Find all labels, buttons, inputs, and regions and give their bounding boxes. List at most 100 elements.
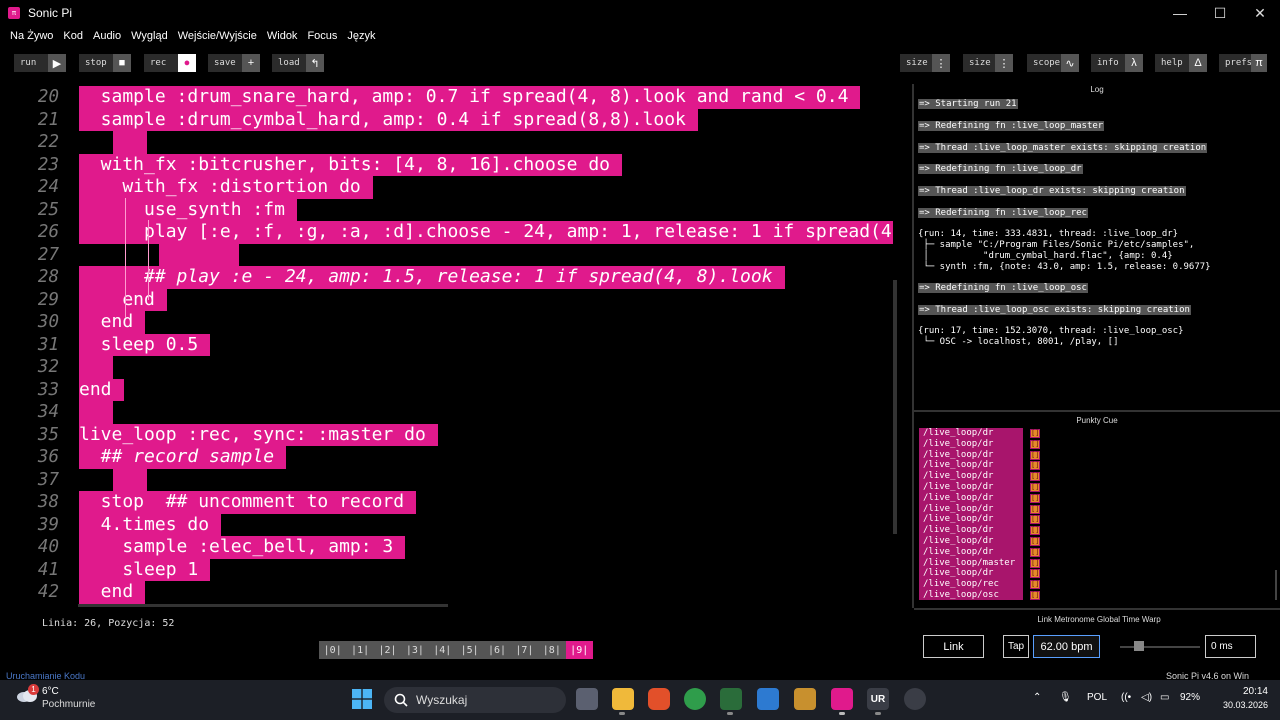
code-line[interactable]: stop ## uncomment to record	[79, 491, 417, 514]
buffer-tab-7[interactable]: |7|	[510, 641, 539, 659]
buffer-tab-1[interactable]: |1|	[346, 641, 374, 659]
keyboard-language[interactable]: POL	[1087, 692, 1107, 703]
panel-divider[interactable]	[912, 84, 914, 608]
run-button[interactable]: run ▶	[14, 54, 66, 72]
code-line[interactable]: use_synth :fm	[79, 198, 297, 221]
buffer-tab-6[interactable]: |6|	[483, 641, 511, 659]
stop-button[interactable]: stop ■	[79, 54, 131, 72]
code-line[interactable]: sample :elec_bell, amp: 3	[79, 536, 406, 559]
clock-date[interactable]: 30.03.2026	[1214, 700, 1268, 710]
volume-icon[interactable]: ◁)	[1141, 692, 1152, 703]
battery-icon[interactable]: ▭	[1160, 692, 1169, 703]
code-line[interactable]: sample :drum_cymbal_hard, amp: 0.4 if sp…	[79, 108, 698, 131]
code-line[interactable]: end	[79, 288, 167, 311]
close-button[interactable]: ✕	[1240, 0, 1280, 26]
buffer-tab-3[interactable]: |3|	[401, 641, 429, 659]
office-app-icon[interactable]	[720, 688, 742, 710]
rec-button[interactable]: rec ●	[144, 54, 196, 72]
weather-description[interactable]: Pochmurnie	[42, 699, 95, 710]
code-line[interactable]	[159, 243, 239, 266]
menu-io[interactable]: Wejście/Wyjście	[178, 30, 257, 42]
buffer-tab-2[interactable]: |2|	[373, 641, 402, 659]
code-line[interactable]: end	[79, 311, 146, 334]
maximize-button[interactable]: ☐	[1200, 0, 1240, 26]
code-line[interactable]: with_fx :distortion do	[79, 176, 373, 199]
microphone-icon[interactable]: 🎙	[1059, 692, 1072, 703]
prefs-button[interactable]: prefs π	[1219, 54, 1267, 72]
cue-item: /live_loop/master	[923, 557, 1016, 568]
info-button[interactable]: info λ	[1091, 54, 1143, 72]
line-number: 30	[37, 312, 59, 332]
menu-appearance[interactable]: Wygląd	[131, 30, 168, 42]
file-explorer-icon[interactable]	[612, 688, 634, 710]
battery-percent[interactable]: 92%	[1180, 692, 1200, 703]
cue-value: []	[1030, 537, 1040, 546]
minimize-button[interactable]: —	[1160, 0, 1200, 26]
code-editor[interactable]: 20 21 22 23 24 25 26 27 28 29 30 31 32 33 34 35 36 37 38 39…	[0, 84, 900, 606]
cue-item: /live_loop/dr	[923, 503, 994, 514]
code-line[interactable]	[113, 131, 147, 154]
help-button[interactable]: help Δ	[1155, 54, 1207, 72]
outlook-icon[interactable]	[757, 688, 779, 710]
cue-value: []	[1030, 450, 1040, 460]
bpm-input[interactable]: 62.00 bpm	[1033, 635, 1100, 658]
scope-button[interactable]: scope ∿	[1027, 54, 1079, 72]
menu-live[interactable]: Na Żywo	[10, 30, 53, 42]
tap-button[interactable]: Tap	[1003, 635, 1029, 658]
code-line[interactable]: ## play :e - 24, amp: 1.5, release: 1 if…	[79, 266, 785, 289]
code-line[interactable]: play [:e, :f, :g, :a, :d].choose - 24, a…	[79, 221, 893, 244]
time-warp-input[interactable]: 0 ms	[1205, 635, 1256, 658]
windows-start-icon[interactable]	[352, 689, 372, 709]
code-line[interactable]	[113, 468, 147, 491]
editor-horizontal-scrollbar[interactable]	[78, 604, 448, 607]
code-line[interactable]: sleep 1	[79, 558, 211, 581]
buffer-tab-9[interactable]: |9|	[565, 641, 593, 659]
task-view-icon[interactable]	[576, 688, 598, 710]
menu-language[interactable]: Język	[347, 30, 375, 42]
time-warp-slider-thumb[interactable]	[1134, 641, 1144, 651]
taskbar-search[interactable]: Wyszukaj	[384, 687, 566, 713]
load-button[interactable]: load ↰	[272, 54, 324, 72]
code-line[interactable]: live_loop :rec, sync: :master do	[79, 423, 438, 446]
ur-app-icon[interactable]: UR	[867, 688, 889, 710]
brave-browser-icon[interactable]	[648, 688, 670, 710]
chrome-icon[interactable]	[684, 688, 706, 710]
log-text: └─ OSC -> localhost, 8001, /play, []	[918, 337, 1119, 347]
size-down-button[interactable]: size ⋮	[900, 54, 950, 72]
buffer-tab-8[interactable]: |8|	[538, 641, 566, 659]
time-warp-slider[interactable]	[1120, 646, 1200, 648]
buffer-tab-5[interactable]: |5|	[455, 641, 484, 659]
code-line[interactable]: ## record sample	[79, 446, 287, 469]
code-line[interactable]: with_fx :bitcrusher, bits: [4, 8, 16].ch…	[79, 153, 623, 176]
code-line[interactable]: end	[79, 581, 146, 604]
weather-temperature[interactable]: 6°C	[42, 686, 59, 697]
settings-icon[interactable]	[904, 688, 926, 710]
log-line: => Redefining fn :live_loop_master	[918, 120, 1105, 132]
metronome-separator[interactable]	[914, 608, 1280, 610]
menu-audio[interactable]: Audio	[93, 30, 121, 42]
code-line[interactable]	[79, 356, 113, 379]
code-line[interactable]: sleep 0.5	[79, 333, 211, 356]
menu-code[interactable]: Kod	[63, 30, 83, 42]
cue-scrollbar[interactable]	[1275, 570, 1277, 600]
line-number: 37	[37, 469, 59, 490]
buffer-tab-0[interactable]: |0|	[319, 641, 347, 659]
wifi-icon[interactable]: ((•	[1121, 692, 1131, 703]
code-line[interactable]: end	[79, 378, 124, 401]
link-button[interactable]: Link	[923, 635, 984, 658]
buffer-tab-4[interactable]: |4|	[428, 641, 456, 659]
editor-scrollbar[interactable]	[893, 280, 897, 534]
clock-time[interactable]: 20:14	[1222, 686, 1268, 697]
menu-view[interactable]: Widok	[267, 30, 298, 42]
code-line[interactable]	[79, 401, 113, 424]
code-line[interactable]: 4.times do	[79, 513, 222, 536]
cue-separator[interactable]	[914, 410, 1280, 412]
menu-focus[interactable]: Focus	[307, 30, 337, 42]
sonic-pi-taskbar-icon[interactable]	[831, 688, 853, 710]
save-button[interactable]: save +	[208, 54, 260, 72]
chevron-up-icon[interactable]: ⌃	[1033, 692, 1041, 703]
save-icon: +	[242, 54, 260, 72]
app-icon[interactable]	[794, 688, 816, 710]
code-line[interactable]: sample :drum_snare_hard, amp: 0.7 if spr…	[79, 86, 861, 109]
size-up-button[interactable]: size ⋮	[963, 54, 1013, 72]
